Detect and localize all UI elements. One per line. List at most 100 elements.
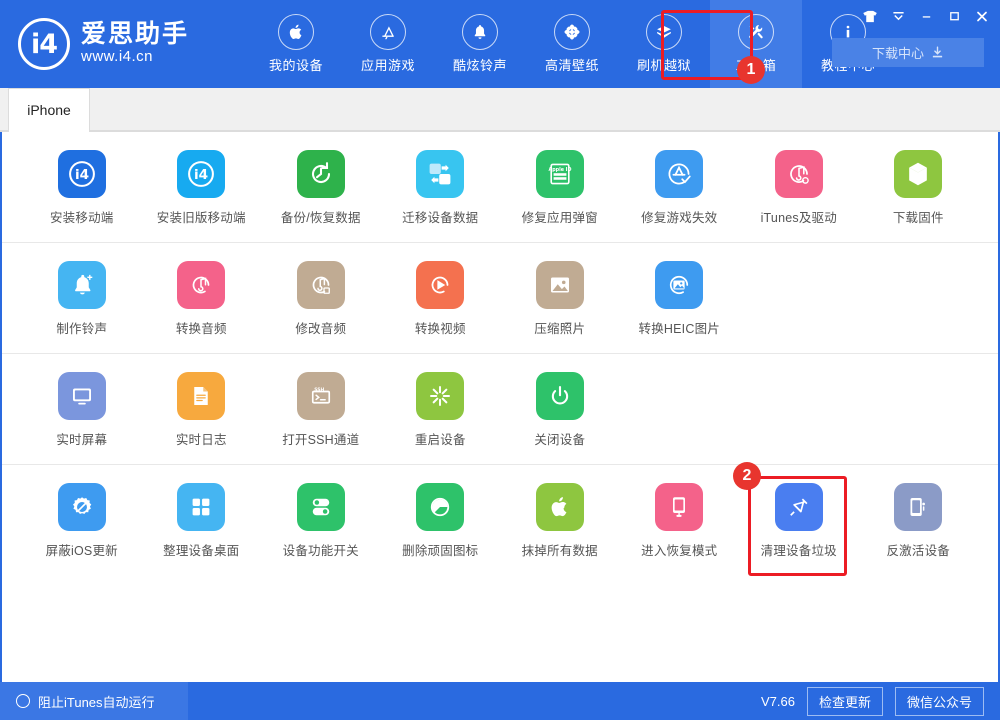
audio-convert-icon: [177, 261, 225, 309]
backup-restore-icon: [297, 150, 345, 198]
tab-iphone[interactable]: iPhone: [8, 88, 90, 131]
tool-fix-app-popup[interactable]: Apple ID 修复应用弹窗: [500, 150, 620, 226]
tool-label: 下载固件: [893, 207, 944, 226]
block-ios-update-icon: [58, 483, 106, 531]
menu-dropdown-icon[interactable]: [884, 4, 912, 28]
tool-row-4: 屏蔽iOS更新 整理设备桌面: [2, 465, 998, 575]
tool-label: 删除顽固图标: [402, 540, 478, 559]
tool-live-screen[interactable]: 实时屏幕: [22, 372, 142, 448]
tools-icon: [738, 14, 774, 50]
tool-live-log[interactable]: 实时日志: [142, 372, 262, 448]
tool-convert-heic[interactable]: 转换HEIC图片: [620, 261, 740, 337]
heic-convert-icon: [655, 261, 703, 309]
brand-logo[interactable]: i4 爱思助手 www.i4.cn: [0, 0, 250, 88]
tool-label: 安装旧版移动端: [157, 207, 246, 226]
download-icon: [931, 46, 944, 59]
tool-restart-device[interactable]: 重启设备: [381, 372, 501, 448]
nav-item-my-device[interactable]: 我的设备: [250, 0, 342, 88]
appstore-icon: [370, 14, 406, 50]
tool-row-3: 实时屏幕 实时日志 SSH: [2, 354, 998, 465]
flower-icon: [554, 14, 590, 50]
tool-label: 实时屏幕: [56, 429, 107, 448]
tool-label: 整理设备桌面: [163, 540, 239, 559]
tool-itunes-driver[interactable]: iTunes及驱动: [739, 150, 859, 226]
block-itunes-label: 阻止iTunes自动运行: [38, 692, 155, 711]
tool-erase-all-data[interactable]: 抹掉所有数据: [500, 483, 620, 559]
i4-logo-icon: i4: [18, 18, 70, 70]
tool-install-mobile[interactable]: i4 安装移动端: [22, 150, 142, 226]
brand-text: 爱思助手 www.i4.cn: [81, 21, 189, 67]
i4-logo-icon: i4: [58, 150, 106, 198]
nav-item-ringtones[interactable]: 酷炫铃声: [434, 0, 526, 88]
svg-text:i4: i4: [75, 167, 89, 183]
tool-slot-empty: [739, 261, 859, 337]
tool-feature-toggle[interactable]: 设备功能开关: [261, 483, 381, 559]
tool-label: 迁移设备数据: [402, 207, 478, 226]
tool-open-ssh[interactable]: SSH 打开SSH通道: [261, 372, 381, 448]
block-itunes-toggle[interactable]: 阻止iTunes自动运行: [0, 682, 188, 720]
nav-item-apps-games[interactable]: 应用游戏: [342, 0, 434, 88]
tool-label: 备份/恢复数据: [281, 207, 361, 226]
tool-clean-device-junk[interactable]: 清理设备垃圾: [739, 483, 859, 559]
clean-junk-icon: [775, 483, 823, 531]
tool-label: 转换HEIC图片: [639, 318, 720, 337]
itunes-gear-icon: [775, 150, 823, 198]
download-center-button[interactable]: 下载中心: [832, 38, 984, 67]
tool-migrate-data[interactable]: 迁移设备数据: [381, 150, 501, 226]
tool-label: 压缩照片: [534, 318, 585, 337]
tool-label: iTunes及驱动: [761, 207, 837, 226]
tool-label: 制作铃声: [56, 318, 107, 337]
brand-name: 爱思助手: [81, 21, 189, 47]
tool-fix-game-failure[interactable]: 修复游戏失效: [620, 150, 740, 226]
migrate-data-icon: [416, 150, 464, 198]
status-bar: 阻止iTunes自动运行 V7.66 检查更新 微信公众号: [0, 682, 1000, 720]
tool-delete-stubborn-icons[interactable]: 删除顽固图标: [381, 483, 501, 559]
tool-shutdown-device[interactable]: 关闭设备: [500, 372, 620, 448]
tool-recovery-mode[interactable]: 进入恢复模式: [620, 483, 740, 559]
tool-compress-photo[interactable]: 压缩照片: [500, 261, 620, 337]
tool-label: 转换视频: [415, 318, 466, 337]
tool-label: 屏蔽iOS更新: [46, 540, 118, 559]
svg-text:i4: i4: [194, 167, 208, 183]
tool-convert-video[interactable]: 转换视频: [381, 261, 501, 337]
power-off-icon: [536, 372, 584, 420]
ringtone-add-icon: [58, 261, 106, 309]
minimize-button[interactable]: [912, 4, 940, 28]
tool-slot-empty: [859, 372, 979, 448]
tool-edit-audio[interactable]: 修改音频: [261, 261, 381, 337]
wechat-official-button[interactable]: 微信公众号: [895, 687, 984, 716]
tool-slot-empty: [859, 261, 979, 337]
tool-label: 修改音频: [295, 318, 346, 337]
tool-label: 清理设备垃圾: [761, 540, 837, 559]
tool-label: 安装移动端: [50, 207, 114, 226]
tool-label: 修复应用弹窗: [522, 207, 598, 226]
tool-label: 设备功能开关: [283, 540, 359, 559]
tool-make-ringtone[interactable]: 制作铃声: [22, 261, 142, 337]
i4-logo-icon: i4: [177, 150, 225, 198]
nav-item-wallpapers[interactable]: 高清壁纸: [526, 0, 618, 88]
tool-block-ios-update[interactable]: 屏蔽iOS更新: [22, 483, 142, 559]
app-window: i4 爱思助手 www.i4.cn 我的设备: [0, 0, 1000, 720]
tool-label: 抹掉所有数据: [522, 540, 598, 559]
delete-stubborn-icon: [416, 483, 464, 531]
tool-download-firmware[interactable]: 下载固件: [859, 150, 979, 226]
tool-label: 打开SSH通道: [282, 429, 359, 448]
download-center-label: 下载中心: [872, 43, 924, 62]
nav-item-flash-jailbreak[interactable]: 刷机越狱: [618, 0, 710, 88]
tool-backup-restore[interactable]: 备份/恢复数据: [261, 150, 381, 226]
tool-arrange-desktop[interactable]: 整理设备桌面: [142, 483, 262, 559]
tool-deactivate-device[interactable]: 反激活设备: [859, 483, 979, 559]
arrange-desktop-icon: [177, 483, 225, 531]
live-screen-icon: [58, 372, 106, 420]
device-tab-strip: iPhone: [0, 88, 1000, 132]
tool-convert-audio[interactable]: 转换音频: [142, 261, 262, 337]
maximize-button[interactable]: [940, 4, 968, 28]
feature-toggle-icon: [297, 483, 345, 531]
tool-label: 转换音频: [176, 318, 227, 337]
svg-text:Apple ID: Apple ID: [548, 167, 571, 173]
check-update-button[interactable]: 检查更新: [807, 687, 883, 716]
tool-install-legacy-mobile[interactable]: i4 安装旧版移动端: [142, 150, 262, 226]
close-button[interactable]: [968, 4, 996, 28]
restart-device-icon: [416, 372, 464, 420]
skin-icon[interactable]: [856, 4, 884, 28]
